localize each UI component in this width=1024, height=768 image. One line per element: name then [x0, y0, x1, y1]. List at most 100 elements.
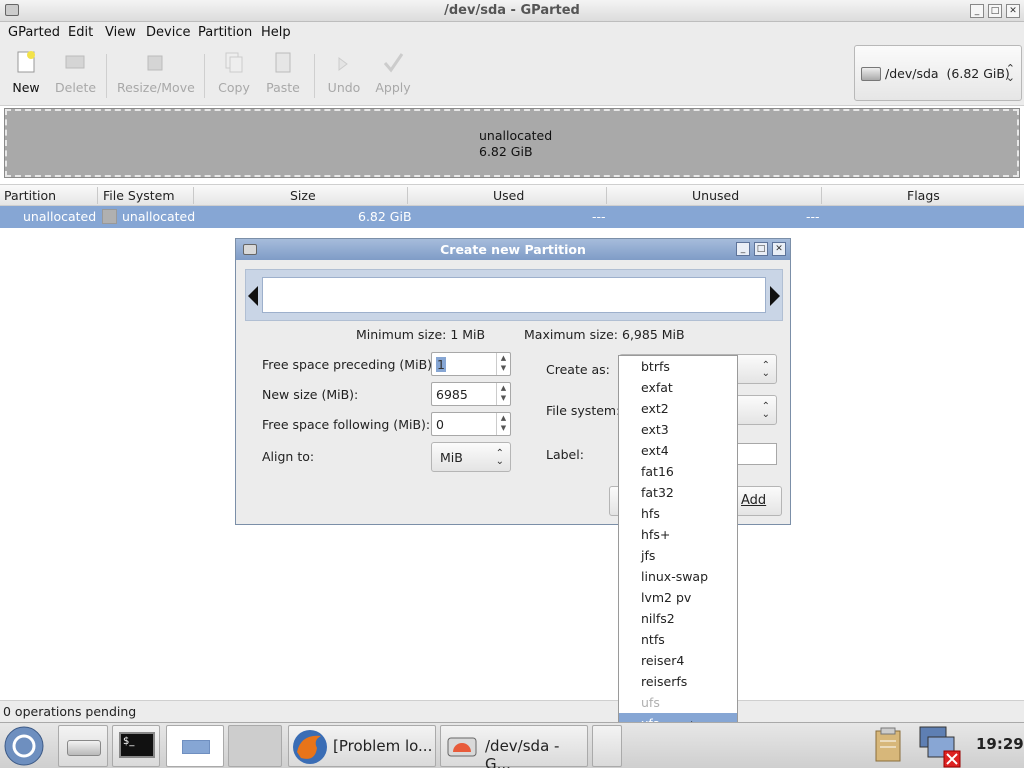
partition-table-header: Partition File System Size Used Unused F…	[0, 184, 1024, 206]
table-row[interactable]: unallocated unallocated 6.82 GiB --- ---	[0, 206, 1024, 228]
network-disconnected-icon[interactable]	[916, 723, 962, 768]
delete-button[interactable]: Delete	[55, 50, 96, 95]
dialog-titlebar: Create new Partition _ □ ✕	[236, 239, 790, 260]
free-preceding-value[interactable]: 1	[436, 357, 446, 372]
undo-button[interactable]: Undo	[327, 50, 361, 95]
status-text: 0 operations pending	[3, 704, 137, 719]
spinner-arrows-icon[interactable]: ▲ ▼	[496, 383, 510, 405]
taskbar: $_ [Problem lo... /dev/sda - G... 19:29	[0, 722, 1024, 768]
taskbar-task-gparted[interactable]: /dev/sda - G...	[440, 725, 588, 768]
free-following-value[interactable]: 0	[436, 417, 444, 432]
left-resize-arrow-icon[interactable]	[248, 286, 258, 306]
partition-graph-unallocated[interactable]: unallocated 6.82 GiB	[4, 108, 1020, 178]
filesystem-option-nilfs2[interactable]: nilfs2	[619, 608, 737, 629]
column-divider	[97, 187, 98, 204]
clipboard-icon[interactable]	[872, 727, 904, 763]
filesystem-option-exfat[interactable]: exfat	[619, 377, 737, 398]
copy-button[interactable]: Copy	[218, 50, 250, 95]
max-size-label: Maximum size: 6,985 MiB	[524, 327, 685, 342]
partition-resizer-area[interactable]	[262, 277, 766, 313]
apply-button[interactable]: Apply	[375, 50, 411, 95]
dialog-minimize-button[interactable]: _	[736, 242, 750, 256]
filesystem-option-btrfs[interactable]: btrfs	[619, 356, 737, 377]
filesystem-option-hfs[interactable]: hfs	[619, 503, 737, 524]
align-to-combo[interactable]: MiB ⌃ ⌄	[431, 442, 511, 472]
maximize-button[interactable]: □	[988, 4, 1002, 18]
toolbar-separator	[204, 54, 205, 98]
start-menu-icon[interactable]	[3, 725, 45, 767]
workspace-button[interactable]	[228, 725, 282, 767]
free-preceding-label: Free space preceding (MiB):	[262, 357, 437, 372]
align-to-label: Align to:	[262, 449, 315, 464]
free-preceding-spinner[interactable]: 1 ▲ ▼	[431, 352, 511, 376]
column-divider	[821, 187, 822, 204]
filesystem-option-ext3[interactable]: ext3	[619, 419, 737, 440]
filesystem-option-lvm2-pv[interactable]: lvm2 pv	[619, 587, 737, 608]
gparted-icon	[447, 737, 477, 757]
show-desktop-button[interactable]	[166, 725, 224, 767]
spinner-arrows-icon[interactable]: ▲ ▼	[496, 413, 510, 435]
col-partition[interactable]: Partition	[4, 188, 56, 203]
harddisk-icon	[861, 67, 881, 81]
updown-arrow-icon: ⌃ ⌄	[495, 448, 504, 467]
new-size-value[interactable]: 6985	[436, 387, 468, 402]
filesystem-option-fat32[interactable]: fat32	[619, 482, 737, 503]
statusbar: 0 operations pending	[0, 700, 1024, 722]
new-button[interactable]: New	[12, 50, 40, 95]
menu-help[interactable]: Help	[261, 25, 291, 40]
paste-icon	[275, 52, 291, 73]
filesystem-option-ext2[interactable]: ext2	[619, 398, 737, 419]
taskbar-task-gparted-dialog[interactable]	[592, 725, 622, 767]
updown-arrow-icon: ⌃ ⌄	[761, 401, 770, 420]
menu-device[interactable]: Device	[146, 25, 190, 40]
minimize-button[interactable]: _	[970, 4, 984, 18]
taskbar-task-firefox[interactable]: [Problem lo...	[288, 725, 436, 767]
undo-icon	[338, 57, 348, 71]
col-size[interactable]: Size	[290, 188, 316, 203]
col-filesystem[interactable]: File System	[103, 188, 175, 203]
filesystem-option-jfs[interactable]: jfs	[619, 545, 737, 566]
cell-unused: ---	[806, 209, 820, 224]
min-size-label: Minimum size: 1 MiB	[356, 327, 486, 342]
filesystem-option-ext4[interactable]: ext4	[619, 440, 737, 461]
new-size-label: New size (MiB):	[262, 387, 359, 402]
menu-edit[interactable]: Edit	[68, 25, 93, 40]
device-selector[interactable]: /dev/sda (6.82 GiB) ⌃ ⌄	[854, 45, 1022, 101]
menu-view[interactable]: View	[105, 25, 136, 40]
filesystem-option-fat16[interactable]: fat16	[619, 461, 737, 482]
resize-move-button[interactable]: Resize/Move	[117, 50, 195, 95]
filesystem-option-hfs[interactable]: hfs+	[619, 524, 737, 545]
updown-arrow-icon: ⌃ ⌄	[761, 360, 770, 379]
partition-resizer[interactable]	[245, 269, 783, 321]
menu-gparted[interactable]: GParted	[8, 25, 60, 40]
filesystem-option-linux-swap[interactable]: linux-swap	[619, 566, 737, 587]
firefox-icon	[293, 730, 327, 764]
dialog-maximize-button[interactable]: □	[754, 242, 768, 256]
spinner-arrows-icon[interactable]: ▲ ▼	[496, 353, 510, 375]
filesystem-option-reiser4[interactable]: reiser4	[619, 650, 737, 671]
copy-icon	[225, 52, 243, 73]
free-following-spinner[interactable]: 0 ▲ ▼	[431, 412, 511, 436]
dialog-close-button[interactable]: ✕	[772, 242, 786, 256]
filesystem-option-ntfs[interactable]: ntfs	[619, 629, 737, 650]
new-size-spinner[interactable]: 6985 ▲ ▼	[431, 382, 511, 406]
resize-move-icon	[147, 55, 163, 71]
filesystem-option-reiserfs[interactable]: reiserfs	[619, 671, 737, 692]
right-resize-arrow-icon[interactable]	[770, 286, 780, 306]
close-button[interactable]: ✕	[1006, 4, 1020, 18]
drive-icon	[67, 740, 101, 756]
menu-partition[interactable]: Partition	[198, 25, 252, 40]
paste-button[interactable]: Paste	[266, 50, 300, 95]
col-flags[interactable]: Flags	[907, 188, 940, 203]
col-unused[interactable]: Unused	[692, 188, 739, 203]
toolbar-separator	[106, 54, 107, 98]
file-manager-launcher[interactable]	[58, 725, 108, 767]
col-used[interactable]: Used	[493, 188, 524, 203]
window-title: /dev/sda - GParted	[444, 3, 580, 18]
terminal-icon: $_	[119, 732, 155, 758]
cell-size: 6.82 GiB	[358, 209, 412, 224]
device-label: /dev/sda (6.82 GiB)	[885, 66, 1010, 81]
cell-used: ---	[592, 209, 606, 224]
desktop-icon	[182, 740, 210, 754]
terminal-launcher[interactable]: $_	[112, 725, 160, 767]
